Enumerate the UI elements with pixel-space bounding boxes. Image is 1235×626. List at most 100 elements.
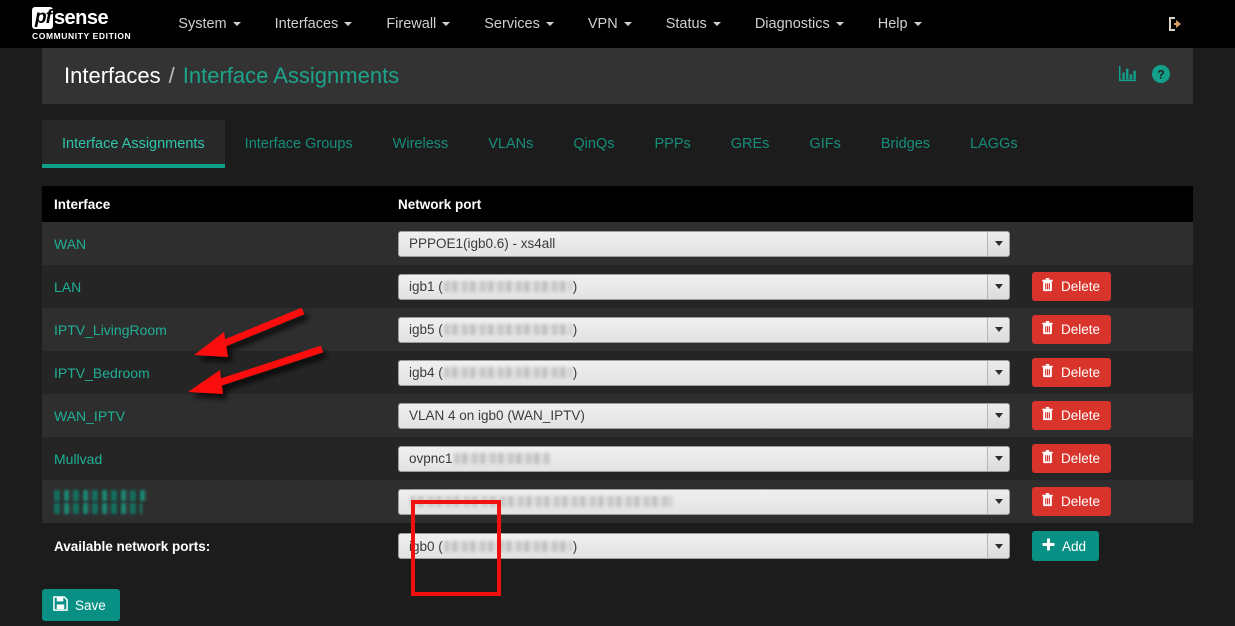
tab-bar: Interface Assignments Interface Groups W… — [42, 120, 1193, 168]
nav-item-system[interactable]: System — [161, 0, 257, 48]
redacted-value — [443, 324, 572, 335]
network-port-select-mullvad[interactable]: ovpnc1 — [398, 445, 1010, 472]
save-button-label: Save — [75, 597, 106, 613]
tab-label: GREs — [730, 136, 770, 152]
tab-qinqs[interactable]: QinQs — [553, 120, 634, 168]
network-port-cell: igb4 ( ) Delete — [398, 358, 1181, 387]
help-question-icon[interactable]: ? — [1151, 64, 1171, 89]
select-value: ovpnc1 — [409, 451, 453, 466]
interface-link-wan-iptv[interactable]: WAN_IPTV — [54, 408, 398, 424]
interface-link-lan[interactable]: LAN — [54, 279, 398, 295]
breadcrumb: Interfaces / Interface Assignments — [64, 63, 399, 89]
nav-item-firewall[interactable]: Firewall — [369, 0, 467, 48]
chevron-down-icon — [987, 360, 1009, 385]
select-value-suffix: ) — [572, 538, 578, 554]
available-network-ports-row: Available network ports: igb0 ( ) Add — [42, 523, 1193, 569]
stats-bar-chart-icon[interactable] — [1118, 64, 1137, 88]
plus-icon — [1042, 538, 1055, 554]
trash-icon — [1041, 364, 1054, 381]
header-icon-group: ? — [1118, 64, 1171, 89]
chevron-down-icon — [987, 317, 1009, 342]
tab-interface-groups[interactable]: Interface Groups — [225, 120, 373, 168]
tab-ppps[interactable]: PPPs — [635, 120, 711, 168]
chevron-down-icon — [987, 534, 1009, 558]
network-port-cell: Delete — [398, 487, 1181, 516]
nav-item-services[interactable]: Services — [467, 0, 571, 48]
delete-button-label: Delete — [1061, 494, 1101, 509]
network-port-cell: igb1 ( ) Delete — [398, 272, 1181, 301]
interface-link-mullvad[interactable]: Mullvad — [54, 451, 398, 467]
pfsense-logo[interactable]: pf sense COMMUNITY EDITION — [32, 7, 131, 41]
add-button[interactable]: Add — [1032, 531, 1100, 561]
tab-gres[interactable]: GREs — [711, 120, 790, 168]
nav-item-help[interactable]: Help — [861, 0, 939, 48]
nav-item-status[interactable]: Status — [649, 0, 738, 48]
page-title: Interface Assignments — [182, 63, 400, 88]
available-network-ports-label: Available network ports: — [54, 538, 211, 554]
delete-button[interactable]: Delete — [1032, 272, 1112, 301]
select-value-suffix: ) — [572, 279, 578, 294]
interface-link-iptv-livingroom[interactable]: IPTV_LivingRoom — [54, 322, 398, 338]
breadcrumb-separator: / — [168, 63, 175, 88]
trash-icon — [1041, 450, 1054, 467]
network-port-select-redacted[interactable] — [398, 488, 1010, 515]
table-row: WAN_IPTV VLAN 4 on igb0 (WAN_IPTV) Delet… — [42, 394, 1193, 437]
nav-item-diagnostics[interactable]: Diagnostics — [738, 0, 861, 48]
tab-label: LAGGs — [970, 136, 1018, 152]
tab-laggs[interactable]: LAGGs — [950, 120, 1038, 168]
tab-bridges[interactable]: Bridges — [861, 120, 950, 168]
redacted-value — [443, 367, 572, 378]
nav-item-vpn[interactable]: VPN — [571, 0, 649, 48]
interface-link-wan[interactable]: WAN — [54, 236, 398, 252]
tab-vlans[interactable]: VLANs — [468, 120, 553, 168]
nav-items: System Interfaces Firewall Services VPN … — [161, 0, 938, 48]
network-port-select-iptv-livingroom[interactable]: igb5 ( ) — [398, 316, 1010, 343]
delete-button[interactable]: Delete — [1032, 358, 1112, 387]
select-value: igb1 ( — [409, 279, 443, 294]
chevron-down-icon — [712, 22, 721, 26]
redacted-value — [443, 281, 572, 292]
interface-link-iptv-bedroom[interactable]: IPTV_Bedroom — [54, 365, 398, 381]
table-row: Delete — [42, 480, 1193, 523]
chevron-down-icon — [987, 403, 1009, 428]
redacted-value — [453, 453, 550, 464]
select-value-suffix: ) — [572, 322, 578, 337]
delete-button[interactable]: Delete — [1032, 444, 1112, 473]
save-button[interactable]: Save — [42, 589, 120, 621]
tab-label: VLANs — [488, 136, 534, 152]
trash-icon — [1041, 407, 1054, 424]
trash-icon — [1041, 321, 1054, 338]
delete-button[interactable]: Delete — [1032, 401, 1112, 430]
page-body: Interfaces / Interface Assignments ? Int… — [0, 48, 1235, 621]
network-port-select-lan[interactable]: igb1 ( ) — [398, 273, 1010, 300]
nav-label-system: System — [178, 16, 227, 32]
redacted-interface-name — [54, 489, 148, 501]
column-header-interface: Interface — [54, 196, 111, 212]
delete-button[interactable]: Delete — [1032, 315, 1112, 344]
network-port-select-iptv-bedroom[interactable]: igb4 ( ) — [398, 359, 1010, 386]
nav-item-interfaces[interactable]: Interfaces — [258, 0, 370, 48]
delete-button-label: Delete — [1061, 365, 1101, 380]
redacted-value — [410, 496, 672, 507]
available-network-port-select[interactable]: igb0 ( ) — [398, 533, 1010, 559]
tab-interface-assignments[interactable]: Interface Assignments — [42, 120, 225, 168]
interface-link-redacted[interactable] — [54, 489, 398, 514]
trash-icon — [1041, 278, 1054, 295]
table-row: IPTV_Bedroom igb4 ( ) Delete — [42, 351, 1193, 394]
brand-word: sense — [53, 7, 109, 30]
tab-wireless[interactable]: Wireless — [373, 120, 469, 168]
nav-label-firewall: Firewall — [386, 16, 437, 32]
chevron-down-icon — [987, 274, 1009, 299]
select-value: igb4 ( — [409, 365, 443, 380]
network-port-select-wan-iptv[interactable]: VLAN 4 on igb0 (WAN_IPTV) — [398, 402, 1010, 429]
sign-out-icon[interactable] — [1165, 14, 1185, 34]
nav-label-status: Status — [665, 16, 707, 32]
network-port-select-wan[interactable]: PPPOE1(igb0.6) - xs4all — [398, 230, 1010, 257]
table-row: IPTV_LivingRoom igb5 ( ) Delete — [42, 308, 1193, 351]
delete-button[interactable]: Delete — [1032, 487, 1112, 516]
available-port-cell: igb0 ( ) Add — [398, 531, 1181, 561]
chevron-down-icon — [545, 22, 554, 26]
tab-gifs[interactable]: GIFs — [789, 120, 860, 168]
breadcrumb-root[interactable]: Interfaces — [64, 63, 161, 89]
svg-text:?: ? — [1157, 67, 1164, 81]
